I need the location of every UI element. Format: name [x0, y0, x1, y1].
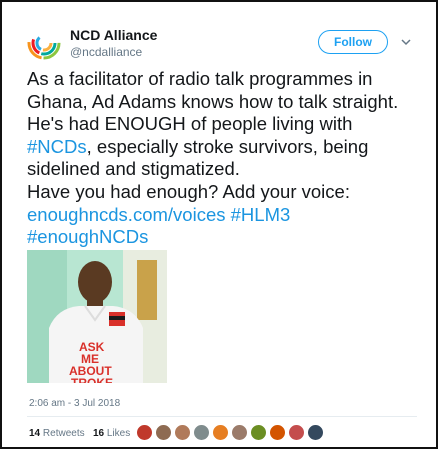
liker-avatar[interactable] [193, 424, 210, 441]
liker-avatar[interactable] [250, 424, 267, 441]
tweet-text: As a facilitator of radio talk programme… [27, 68, 429, 249]
likers-avatars [136, 424, 326, 442]
follow-button[interactable]: Follow [318, 30, 388, 54]
tweet-card: NCD Alliance @ncdalliance Follow As a fa… [0, 0, 438, 449]
liker-avatar[interactable] [307, 424, 324, 441]
likes-label[interactable]: Likes [107, 428, 130, 439]
hashtag-hlm3-link[interactable]: #HLM3 [231, 204, 291, 225]
tweet-photo[interactable]: ASK ME ABOUT TROKE [27, 250, 167, 383]
hashtag-ncds-link[interactable]: #NCDs [27, 136, 87, 157]
tweet-line-3: He's had ENOUGH of people living with [27, 113, 353, 135]
ncd-alliance-logo-avatar[interactable] [27, 26, 61, 60]
tweet-line-6: Have you had enough? Add your voice: [27, 180, 350, 202]
tweet-line-2: Ghana, Ad Adams knows how to talk straig… [27, 90, 399, 112]
liker-avatar[interactable] [288, 424, 305, 441]
tweet-line-4: , especially stroke survivors, being [86, 135, 369, 157]
voices-link[interactable]: enoughncds.com/voices [27, 204, 225, 225]
liker-avatar[interactable] [174, 424, 191, 441]
chevron-down-icon[interactable] [400, 35, 412, 47]
tweet-line-1: As a facilitator of radio talk programme… [27, 68, 373, 89]
hashtag-enoughncds-link[interactable]: #enoughNCDs [27, 226, 148, 247]
divider [27, 416, 417, 417]
retweets-count[interactable]: 14 [29, 428, 40, 439]
retweets-label[interactable]: Retweets [43, 428, 85, 439]
likes-count[interactable]: 16 [93, 428, 104, 439]
liker-avatar[interactable] [212, 424, 229, 441]
shirt-text-4: TROKE [71, 376, 113, 383]
liker-avatar[interactable] [136, 424, 153, 441]
author-name[interactable]: NCD Alliance [70, 27, 157, 43]
author-handle[interactable]: @ncdalliance [70, 45, 142, 59]
tweet-stats: 14 Retweets 16 Likes [29, 428, 130, 439]
liker-avatar[interactable] [269, 424, 286, 441]
liker-avatar[interactable] [155, 424, 172, 441]
liker-avatar[interactable] [231, 424, 248, 441]
tweet-timestamp[interactable]: 2:06 am - 3 Jul 2018 [29, 398, 120, 409]
tweet-line-5: sidelined and stigmatized. [27, 158, 240, 180]
